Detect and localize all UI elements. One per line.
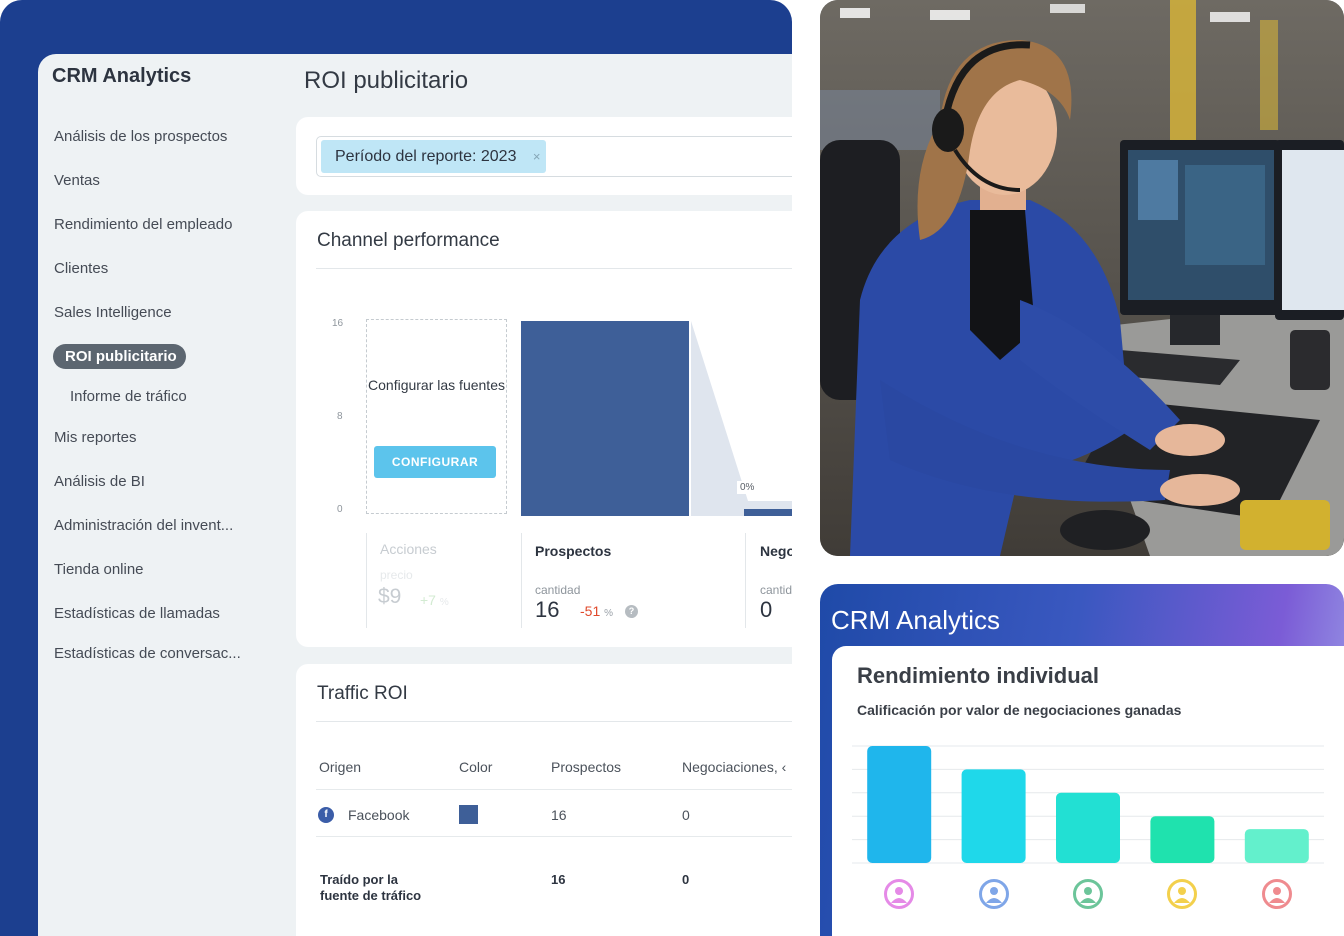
filter-input[interactable]: Período del reporte: 2023 × <box>316 136 792 177</box>
performance-card: CRM Analytics Rendimiento individual Cal… <box>820 584 1344 936</box>
stat-value-deals: 0 <box>760 597 773 622</box>
filter-tag[interactable]: Período del reporte: 2023 × <box>321 140 547 173</box>
user-avatar-icon <box>1261 879 1292 909</box>
panel-title: Rendimiento individual <box>857 663 1100 688</box>
delta-value: +7 <box>420 592 436 608</box>
stat-delta-actions: +7 % <box>420 592 449 608</box>
performance-panel: Rendimiento individual Calificación por … <box>832 646 1344 936</box>
cell-deals: 0 <box>682 807 690 823</box>
performance-bar <box>1244 829 1309 863</box>
sidebar-item-employee-performance[interactable]: Rendimiento del empleado <box>54 216 232 233</box>
stat-sub-label: precio <box>380 568 413 582</box>
crm-window: CRM Analytics Análisis de los prospectos… <box>38 54 792 936</box>
y-tick-label: 8 <box>337 411 343 422</box>
sidebar-item-my-reports[interactable]: Mis reportes <box>54 429 137 446</box>
bar-prospectos <box>521 321 689 516</box>
sidebar-item-bi-analysis[interactable]: Análisis de BI <box>54 473 145 490</box>
stat-header-prospects: Prospectos <box>535 543 612 559</box>
stat-value-actions: $9 <box>378 585 402 608</box>
divider <box>316 789 792 790</box>
sidebar-item-prospect-analysis[interactable]: Análisis de los prospectos <box>54 128 227 145</box>
stat-value-prospects: 16 <box>535 597 560 622</box>
stat-sub-label: cantid <box>760 583 792 597</box>
sidebar-item-ad-roi[interactable]: ROI publicitario <box>53 344 186 369</box>
bar-negociaciones <box>744 509 792 516</box>
y-tick-label: 16 <box>332 318 344 329</box>
stat-delta-prospects: -51 % <box>580 603 613 619</box>
filter-panel: Período del reporte: 2023 × <box>296 117 792 195</box>
sidebar-item-inventory[interactable]: Administración del invent... <box>54 517 233 534</box>
performance-bar <box>961 769 1026 863</box>
performance-bar <box>867 746 932 863</box>
sidebar-item-call-stats[interactable]: Estadísticas de llamadas <box>54 605 220 622</box>
page-title: ROI publicitario <box>304 67 469 94</box>
stat-sub-label: cantidad <box>535 583 581 597</box>
column-header-origin[interactable]: Origen <box>319 759 361 775</box>
sidebar-item-sales-intelligence[interactable]: Sales Intelligence <box>54 304 172 321</box>
funnel-percent-label: 0% <box>737 481 758 494</box>
divider <box>316 721 792 722</box>
column-header-prospects[interactable]: Prospectos <box>551 759 621 775</box>
panel-subtitle: Calificación por valor de negociaciones … <box>857 702 1182 718</box>
sidebar-item-traffic-report[interactable]: Informe de tráfico <box>70 388 187 405</box>
cell-origin: Facebook <box>348 807 410 823</box>
stat-header-actions: Acciones <box>380 541 437 557</box>
close-icon[interactable]: × <box>533 140 541 173</box>
y-tick-label: 0 <box>337 504 343 515</box>
user-avatar-icon <box>1073 879 1103 909</box>
channel-performance-panel: Channel performance 16 8 0 Configurar la… <box>296 211 792 647</box>
delta-unit: % <box>439 597 449 608</box>
crm-screenshot-card: CRM Analytics Análisis de los prospectos… <box>0 0 792 936</box>
panel-title: Channel performance <box>317 230 500 251</box>
photo-illustration <box>820 0 1344 556</box>
user-avatar-icon <box>884 879 915 909</box>
sidebar-item-online-store[interactable]: Tienda online <box>54 561 144 578</box>
user-avatar-icon <box>978 879 1009 909</box>
total-label: Traído por la fuente de tráfico <box>320 872 422 903</box>
performance-bar <box>1056 792 1120 863</box>
configure-sources-text: Configurar las fuentes <box>368 377 505 393</box>
sidebar-item-conversation-stats[interactable]: Estadísticas de conversac... <box>54 645 241 662</box>
divider <box>366 533 367 628</box>
panel-title: Traffic ROI <box>317 683 408 704</box>
app-brand: CRM Analytics <box>52 65 192 87</box>
divider <box>316 836 792 837</box>
divider <box>745 533 746 628</box>
cell-prospects: 16 <box>551 807 567 823</box>
sidebar-item-sales[interactable]: Ventas <box>54 172 100 189</box>
column-header-deals[interactable]: Negociaciones, ‹ <box>682 759 786 775</box>
filter-tag-label: Período del reporte: 2023 <box>335 148 517 165</box>
sidebar: CRM Analytics Análisis de los prospectos… <box>38 54 288 936</box>
help-icon[interactable]: ? <box>625 605 638 618</box>
sidebar-item-clients[interactable]: Clientes <box>54 260 108 277</box>
call-center-agent-photo <box>820 0 1344 556</box>
column-header-color[interactable]: Color <box>459 759 492 775</box>
divider <box>521 533 522 628</box>
configure-sources-placeholder: Configurar las fuentes CONFIGURAR <box>366 319 507 514</box>
user-avatar-icon <box>1167 879 1198 909</box>
total-deals: 0 <box>682 872 690 887</box>
delta-unit: % <box>604 608 614 619</box>
divider <box>316 268 792 269</box>
app-brand: CRM Analytics <box>831 605 1001 635</box>
color-swatch <box>459 805 478 824</box>
facebook-icon: f <box>318 807 334 823</box>
stat-header-deals: Nego <box>760 543 792 559</box>
configure-button[interactable]: CONFIGURAR <box>374 446 496 478</box>
total-prospects: 16 <box>551 872 566 887</box>
traffic-roi-panel: Traffic ROI Origen Color Prospectos Nego… <box>296 664 792 936</box>
delta-value: -51 <box>580 603 601 619</box>
performance-bar <box>1150 816 1215 863</box>
